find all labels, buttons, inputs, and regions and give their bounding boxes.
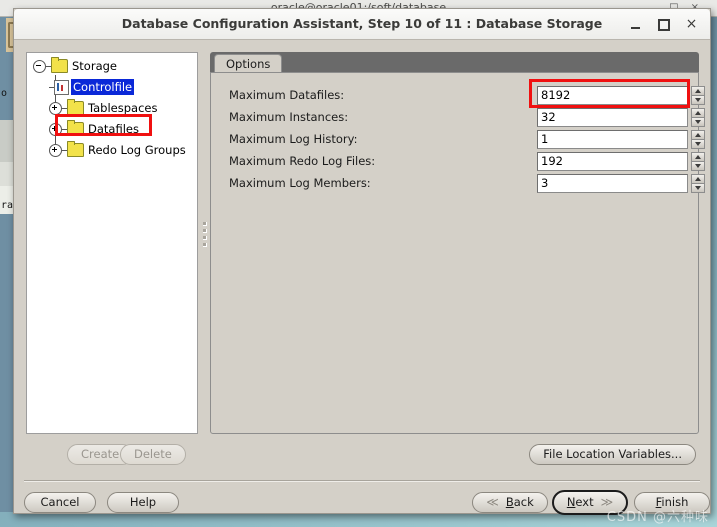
dialog-titlebar[interactable]: Database Configuration Assistant, Step 1…	[14, 9, 710, 40]
tree-item-controlfile[interactable]: Controlfile	[49, 79, 197, 95]
tree-item-label: Storage	[72, 59, 117, 73]
tree-item-label: Redo Log Groups	[88, 143, 186, 157]
spinner-maximum-instances[interactable]	[537, 107, 705, 127]
finish-button[interactable]: Finish	[634, 492, 710, 513]
background-edge-text-2: ra	[1, 200, 14, 211]
tree-item-label: Controlfile	[71, 79, 135, 95]
background-edge-text-1: o	[1, 88, 8, 99]
tab-bar: Options	[210, 52, 699, 73]
tree-item-label: Tablespaces	[88, 101, 158, 115]
spinner-increment-icon[interactable]	[691, 173, 705, 183]
tab-content-options: Maximum Datafiles: Maximum Instances:	[210, 72, 705, 434]
field-row-maximum-redo-log-files: Maximum Redo Log Files:	[211, 150, 705, 172]
options-form: Maximum Datafiles: Maximum Instances:	[211, 73, 705, 194]
spinner-increment-icon[interactable]	[691, 151, 705, 161]
expand-toggle-icon[interactable]	[49, 122, 62, 136]
spinner-buttons[interactable]	[691, 151, 705, 171]
dialog-content: Storage Controlfile Tablespaces Datafile…	[14, 40, 710, 515]
field-label: Maximum Log History:	[229, 132, 358, 146]
field-label: Maximum Redo Log Files:	[229, 154, 376, 168]
tree-item-redo-log-groups[interactable]: Redo Log Groups	[49, 141, 197, 158]
spinner-decrement-icon[interactable]	[691, 183, 705, 193]
folder-icon	[67, 120, 84, 136]
tree-item-label: Datafiles	[88, 122, 139, 136]
folder-icon	[67, 141, 84, 157]
expand-toggle-icon[interactable]	[49, 101, 62, 115]
field-row-maximum-log-members: Maximum Log Members:	[211, 172, 705, 194]
field-label: Maximum Log Members:	[229, 176, 371, 190]
folder-icon	[51, 57, 68, 73]
spinner-decrement-icon[interactable]	[691, 117, 705, 127]
action-button-row: Create Delete File Location Variables...	[14, 440, 710, 470]
spinner-increment-icon[interactable]	[691, 85, 705, 95]
wizard-navigation-row: Cancel Help ≪ Back Next ≫ Finish	[14, 488, 710, 522]
spinner-maximum-log-history[interactable]	[537, 129, 705, 149]
tree-item-storage[interactable]: Storage	[33, 57, 197, 74]
panel-splitter[interactable]	[201, 52, 209, 434]
spinner-maximum-log-members[interactable]	[537, 173, 705, 193]
next-button[interactable]: Next ≫	[552, 490, 628, 515]
chevron-right-icon: ≫	[600, 495, 614, 509]
spinner-buttons[interactable]	[691, 85, 705, 105]
field-row-maximum-log-history: Maximum Log History:	[211, 128, 705, 150]
dialog-title: Database Configuration Assistant, Step 1…	[121, 16, 603, 31]
field-label: Maximum Datafiles:	[229, 88, 345, 102]
maximize-icon[interactable]	[655, 16, 672, 33]
minimize-icon[interactable]	[627, 16, 644, 33]
spinner-decrement-icon[interactable]	[691, 139, 705, 149]
spinner-increment-icon[interactable]	[691, 129, 705, 139]
collapse-toggle-icon[interactable]	[33, 59, 46, 73]
help-button[interactable]: Help	[107, 492, 179, 513]
spinner-maximum-datafiles[interactable]	[537, 85, 705, 105]
field-row-maximum-datafiles: Maximum Datafiles:	[211, 84, 705, 106]
delete-button[interactable]: Delete	[120, 444, 186, 465]
spinner-maximum-redo-log-files[interactable]	[537, 151, 705, 171]
cancel-button[interactable]: Cancel	[24, 492, 96, 513]
maximum-redo-log-files-input[interactable]	[537, 151, 688, 171]
chevron-left-icon: ≪	[486, 495, 499, 509]
storage-tree[interactable]: Storage Controlfile Tablespaces Datafile…	[26, 52, 198, 434]
maximum-log-history-input[interactable]	[537, 129, 688, 149]
desktop-background: o ra oracle@oracle01:/soft/database □× D…	[0, 0, 717, 527]
dbca-dialog: Database Configuration Assistant, Step 1…	[13, 8, 711, 515]
spinner-decrement-icon[interactable]	[691, 161, 705, 171]
maximum-datafiles-input[interactable]	[537, 85, 688, 105]
tab-options[interactable]: Options	[214, 54, 283, 73]
maximum-log-members-input[interactable]	[537, 173, 688, 193]
spinner-increment-icon[interactable]	[691, 107, 705, 117]
next-button-label: Next	[566, 495, 594, 509]
spinner-buttons[interactable]	[691, 107, 705, 127]
folder-icon	[67, 99, 84, 115]
field-label: Maximum Instances:	[229, 110, 349, 124]
close-icon[interactable]: ×	[683, 16, 700, 33]
tree-item-datafiles[interactable]: Datafiles	[49, 120, 197, 137]
spinner-buttons[interactable]	[691, 129, 705, 149]
field-row-maximum-instances: Maximum Instances:	[211, 106, 705, 128]
tree-item-tablespaces[interactable]: Tablespaces	[49, 99, 197, 116]
maximum-instances-input[interactable]	[537, 107, 688, 127]
close-glyph: ×	[685, 16, 698, 32]
controlfile-icon	[54, 79, 69, 95]
options-tabpanel: Options Maximum Datafiles: 8192 Maximum …	[210, 52, 705, 434]
file-location-variables-button[interactable]: File Location Variables...	[529, 444, 696, 465]
back-button[interactable]: ≪ Back	[472, 492, 548, 513]
spinner-decrement-icon[interactable]	[691, 95, 705, 105]
expand-toggle-icon[interactable]	[49, 143, 62, 157]
spinner-buttons[interactable]	[691, 173, 705, 193]
back-button-label: Back	[505, 495, 534, 509]
footer-divider	[24, 480, 700, 482]
finish-button-label: Finish	[655, 495, 689, 509]
